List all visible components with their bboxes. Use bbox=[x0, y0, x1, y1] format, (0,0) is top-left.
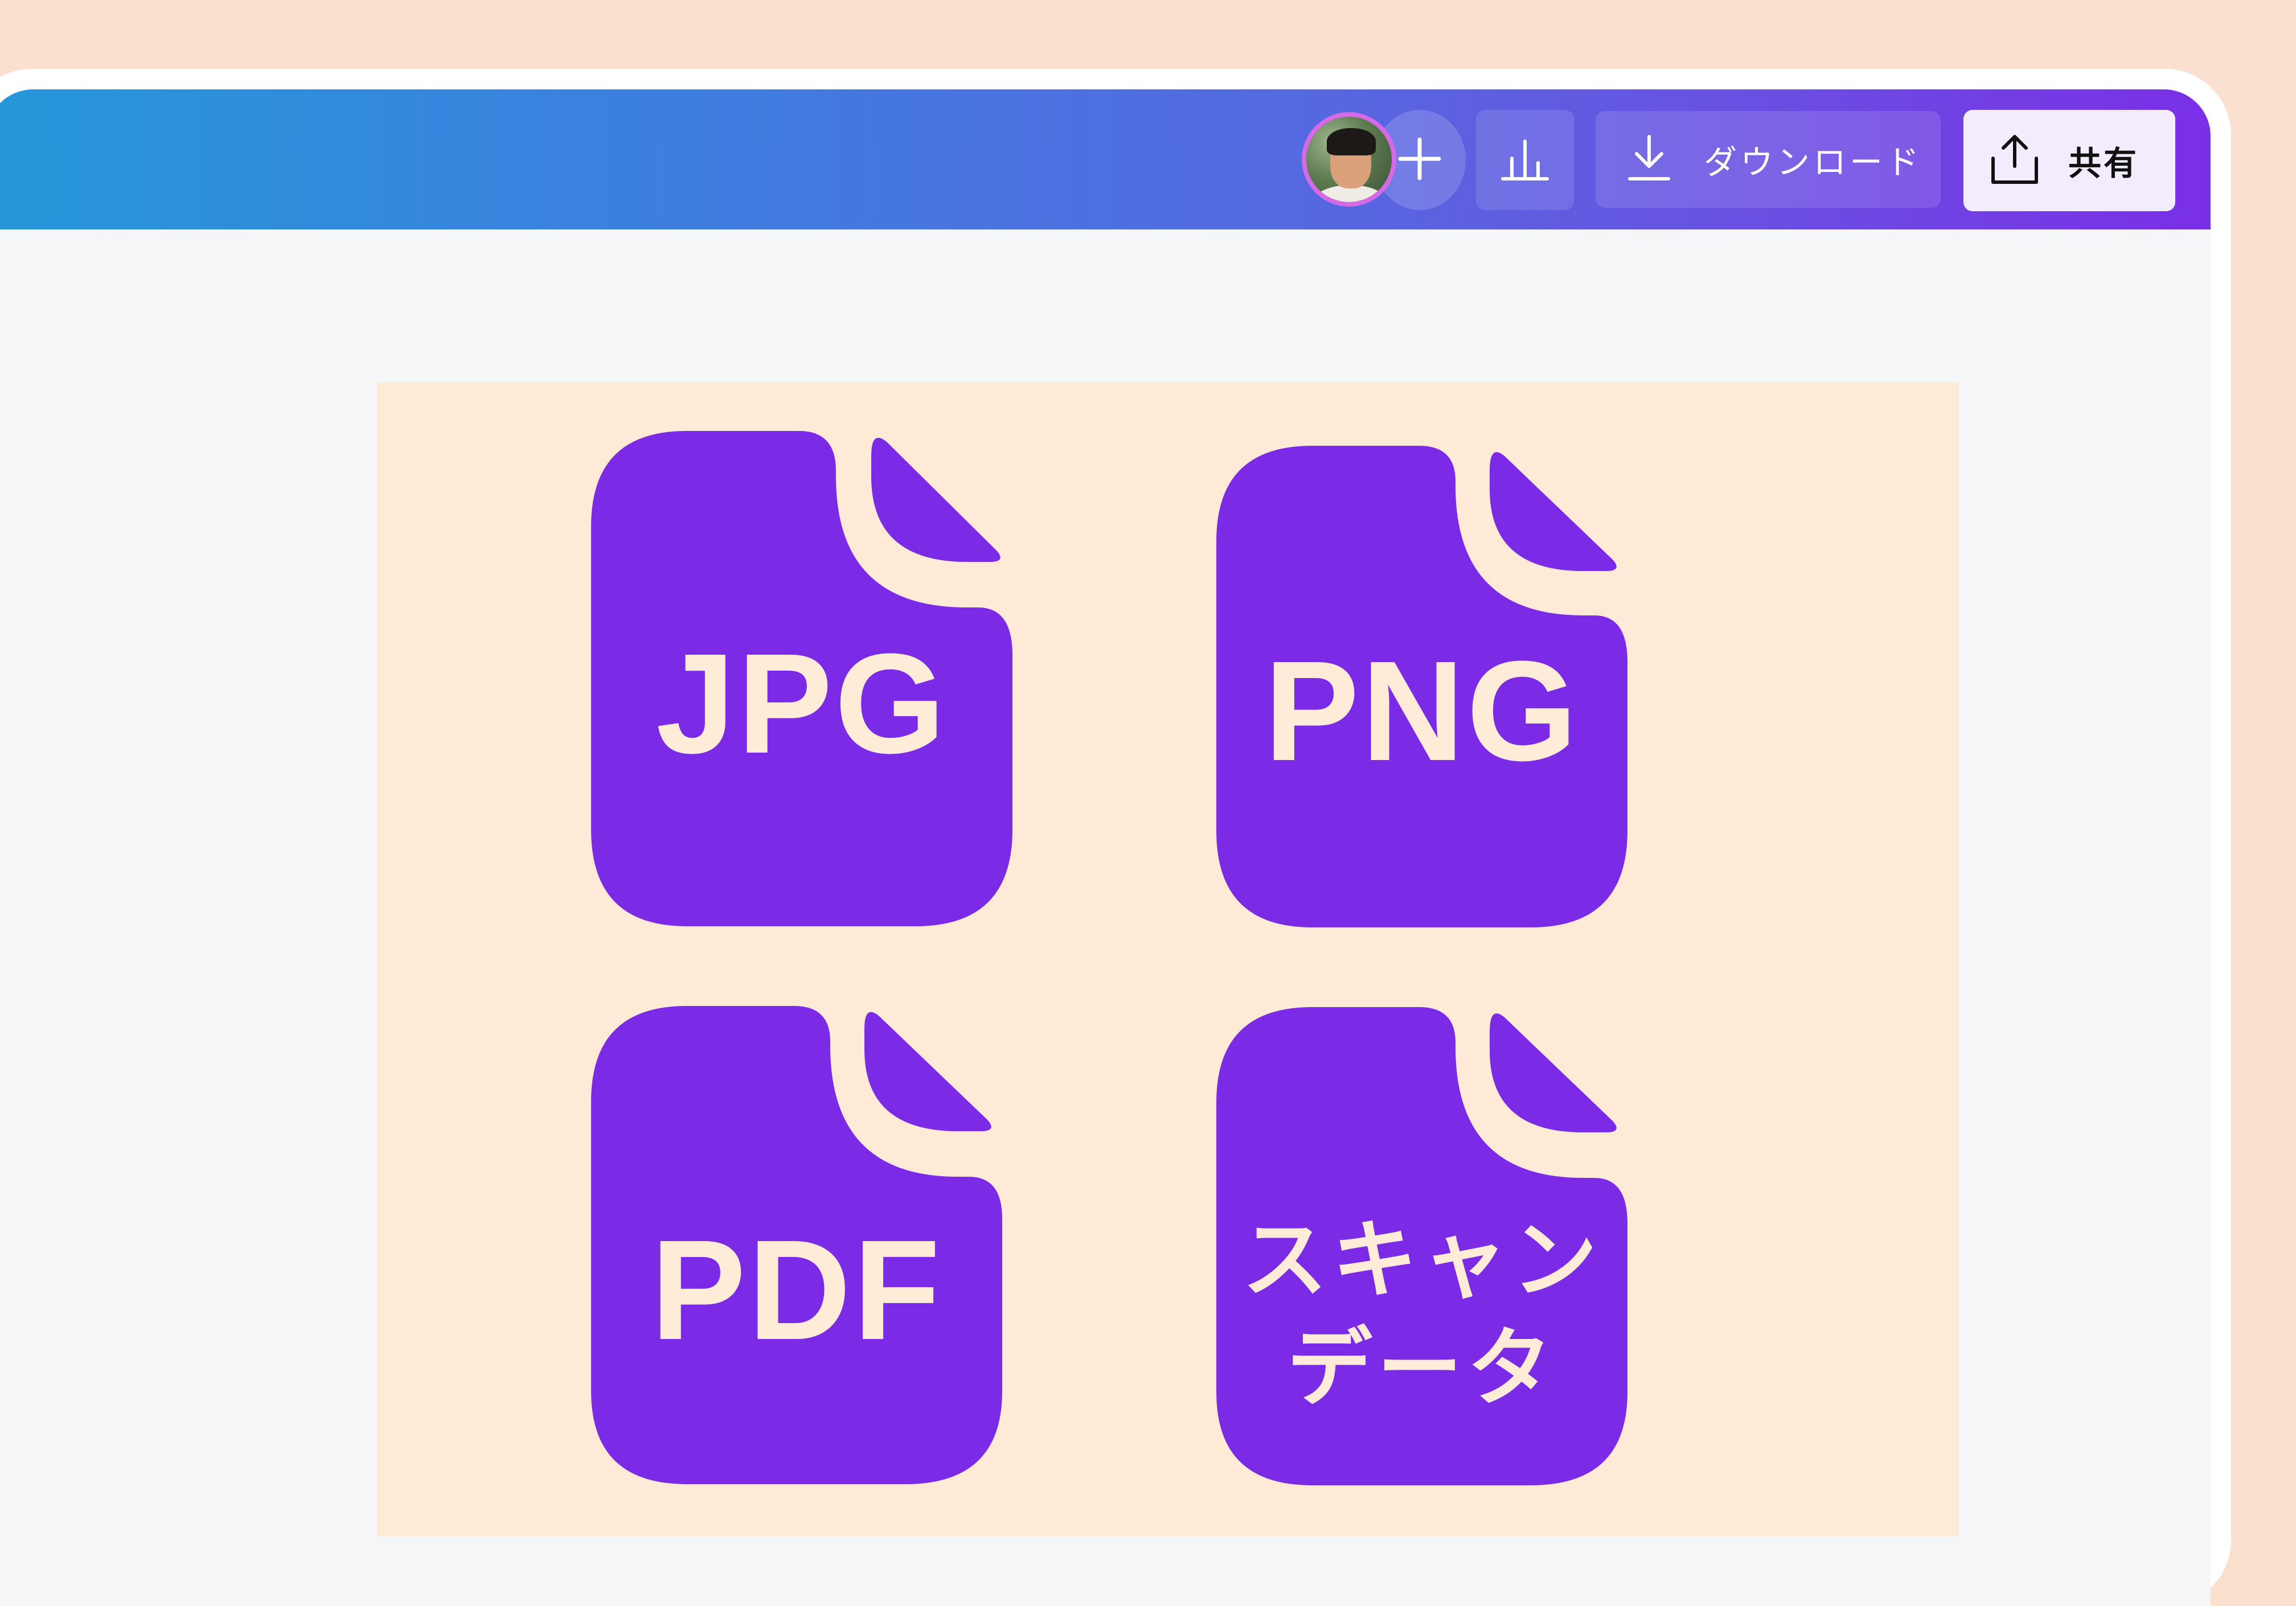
file-label-jpg: JPG bbox=[655, 624, 948, 783]
file-label-scan-data: スキャン データ bbox=[1216, 1206, 1627, 1423]
insights-button[interactable] bbox=[1476, 110, 1574, 210]
file-icon-pdf[interactable]: PDF bbox=[591, 1006, 1031, 1502]
app-window: ダウンロード 共有 JPG PNG PDF スキャン データ bbox=[0, 69, 2231, 1606]
download-button[interactable]: ダウンロード bbox=[1596, 111, 1941, 208]
file-icon-scan-data[interactable]: スキャン データ bbox=[1216, 1007, 1656, 1504]
editor-frame: ダウンロード 共有 JPG PNG PDF スキャン データ bbox=[0, 89, 2211, 1606]
bar-chart-icon bbox=[1499, 133, 1551, 187]
download-label: ダウンロード bbox=[1704, 143, 1923, 182]
file-icon-png[interactable]: PNG bbox=[1216, 446, 1656, 942]
design-page[interactable]: JPG PNG PDF スキャン データ bbox=[377, 382, 1959, 1537]
share-label: 共有 bbox=[2068, 144, 2139, 183]
download-icon bbox=[1626, 134, 1672, 184]
file-label-scan-line1: スキャン bbox=[1241, 1211, 1602, 1310]
editor-canvas[interactable]: JPG PNG PDF スキャン データ bbox=[0, 229, 2211, 1606]
share-upload-icon bbox=[1990, 133, 2040, 188]
plus-icon bbox=[1396, 135, 1444, 185]
editor-header: ダウンロード 共有 bbox=[0, 89, 2211, 229]
file-label-png: PNG bbox=[1264, 631, 1580, 790]
file-label-scan-line2: データ bbox=[1286, 1319, 1557, 1418]
file-icon-jpg[interactable]: JPG bbox=[591, 431, 1031, 927]
user-avatar[interactable] bbox=[1302, 112, 1396, 207]
share-button[interactable]: 共有 bbox=[1963, 110, 2175, 211]
file-label-pdf: PDF bbox=[651, 1210, 942, 1369]
